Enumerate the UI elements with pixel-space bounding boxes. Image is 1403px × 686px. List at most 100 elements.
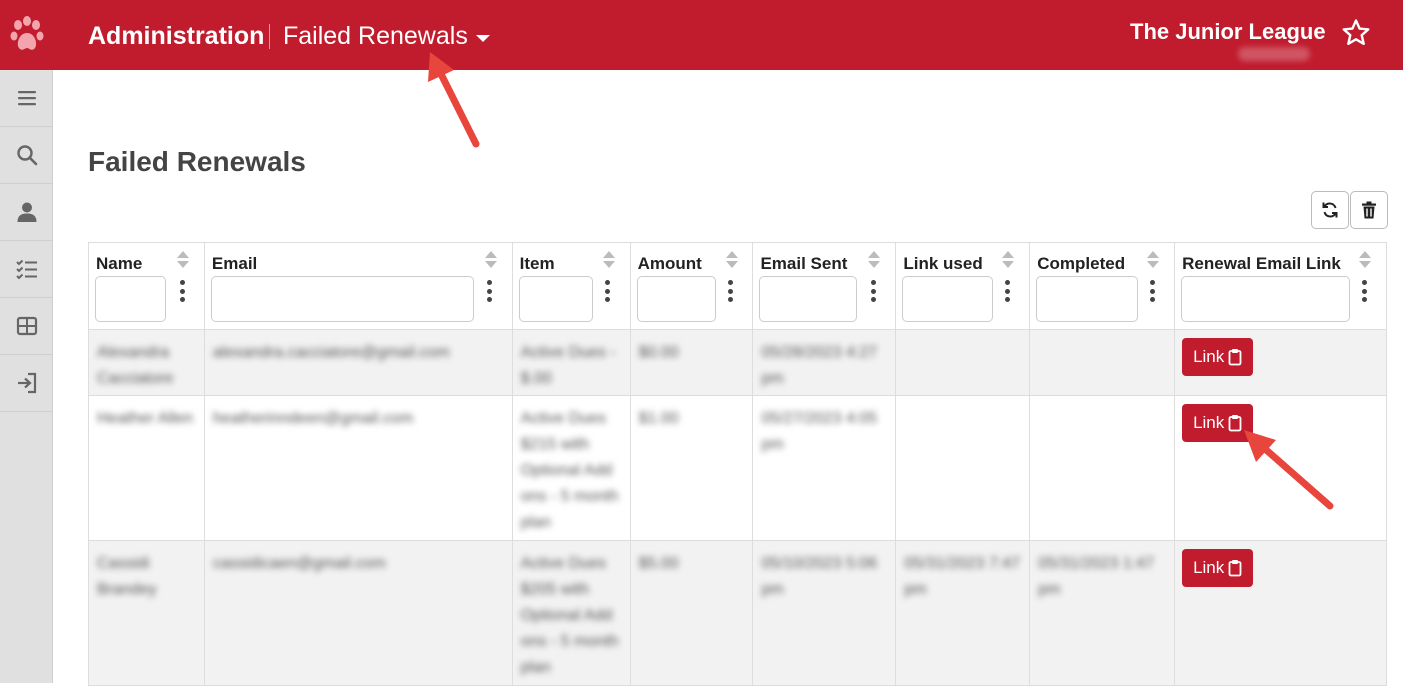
sidebar-item-menu[interactable]	[0, 70, 53, 127]
copy-link-button[interactable]: Link	[1182, 404, 1254, 442]
column-menu-icon[interactable]	[1004, 280, 1010, 302]
link-used-filter-input[interactable]	[902, 276, 994, 322]
amount-cell: $5.00	[630, 541, 754, 686]
email-cell: heatherinndeen@gmail.com	[204, 396, 513, 541]
name-value: Heather Allen	[97, 410, 194, 427]
column-menu-icon[interactable]	[1361, 280, 1367, 302]
table-row[interactable]: Heather Allen heatherinndeen@gmail.com A…	[89, 396, 1387, 541]
column-label: Renewal Email Link	[1182, 254, 1341, 273]
email-sent-filter-input[interactable]	[759, 276, 858, 322]
sidebar-item-tasks[interactable]	[0, 241, 53, 298]
item-filter-input[interactable]	[518, 276, 593, 322]
column-menu-icon[interactable]	[870, 280, 876, 302]
column-header-email-sent[interactable]: Email Sent	[753, 243, 897, 330]
column-header-link-used[interactable]: Link used	[896, 243, 1031, 330]
column-menu-icon[interactable]	[605, 280, 611, 302]
email-sent-cell: 05/10/2023 5:06 pm	[753, 541, 897, 686]
clipboard-icon	[1228, 349, 1242, 366]
column-menu-icon[interactable]	[728, 280, 734, 302]
email-sent-value: 05/27/2023 4:05 pm	[761, 410, 878, 453]
completed-cell: 05/31/2023 1:47 pm	[1030, 541, 1176, 686]
trash-icon	[1362, 201, 1376, 219]
link-button-label: Link	[1193, 413, 1225, 432]
email-sent-cell: 05/28/2023 4:27 pm	[753, 330, 897, 396]
column-label: Name	[96, 254, 143, 273]
name-value: Alexandra Cacciatore	[97, 344, 174, 387]
star-icon[interactable]	[1341, 18, 1371, 48]
email-sent-value: 05/28/2023 4:27 pm	[761, 344, 878, 387]
search-icon	[16, 145, 37, 166]
sort-icon[interactable]	[1359, 251, 1372, 269]
column-menu-icon[interactable]	[487, 280, 493, 302]
link-used-cell	[896, 396, 1031, 541]
table-row[interactable]: Cassidi Brandey cassidicaen@gmail.com Ac…	[89, 541, 1387, 686]
sidebar-item-tables[interactable]	[0, 298, 53, 355]
sidebar-item-profile[interactable]	[0, 184, 53, 241]
checklist-icon	[15, 259, 37, 280]
amount-value: $0.00	[638, 344, 679, 361]
item-value: Active Dues $215 with Optional Add ons -…	[520, 410, 619, 531]
sort-icon[interactable]	[177, 251, 189, 269]
title-divider	[269, 24, 270, 49]
email-value: alexandra.cacciatore@gmail.com	[212, 344, 450, 361]
name-filter-input[interactable]	[95, 276, 166, 322]
page-title: Failed Renewals	[88, 146, 306, 177]
column-menu-icon[interactable]	[1149, 280, 1155, 302]
renewal-link-cell: Link	[1175, 541, 1387, 686]
completed-value	[1036, 402, 1168, 406]
item-cell: Active Dues $215 with Optional Add ons -…	[512, 396, 631, 541]
sort-icon[interactable]	[484, 251, 497, 269]
table-icon	[16, 316, 37, 336]
section-dropdown[interactable]: Failed Renewals	[283, 22, 490, 51]
link-button-label: Link	[1193, 558, 1225, 577]
column-header-email[interactable]: Email	[204, 243, 513, 330]
column-label: Email Sent	[760, 254, 848, 273]
email-value: cassidicaen@gmail.com	[212, 555, 386, 572]
sort-icon[interactable]	[602, 251, 615, 269]
table-row[interactable]: Alexandra Cacciatore alexandra.cacciator…	[89, 330, 1387, 396]
clipboard-icon	[1228, 415, 1242, 432]
link-button-label: Link	[1193, 347, 1225, 366]
completed-value: 05/31/2023 1:47 pm	[1038, 555, 1154, 598]
email-filter-input[interactable]	[210, 276, 474, 322]
menu-icon	[17, 91, 36, 106]
sort-icon[interactable]	[725, 251, 738, 269]
column-header-completed[interactable]: Completed	[1030, 243, 1176, 330]
app-title[interactable]: Administration	[88, 22, 264, 51]
link-used-value	[902, 402, 1023, 406]
caret-down-icon	[475, 34, 490, 42]
column-menu-icon[interactable]	[179, 280, 185, 302]
copy-link-button[interactable]: Link	[1182, 338, 1254, 376]
sidebar-item-sign-out[interactable]	[0, 355, 53, 412]
sidebar	[0, 70, 53, 683]
name-value: Cassidi Brandey	[97, 555, 157, 598]
column-header-renewal-email-link[interactable]: Renewal Email Link	[1175, 243, 1387, 330]
amount-value: $1.00	[638, 410, 679, 427]
email-cell: alexandra.cacciatore@gmail.com	[204, 330, 513, 396]
amount-value: $5.00	[638, 555, 679, 572]
renewal-link-filter-input[interactable]	[1181, 276, 1351, 322]
column-header-amount[interactable]: Amount	[630, 243, 754, 330]
sort-icon[interactable]	[868, 251, 881, 269]
name-cell: Alexandra Cacciatore	[89, 330, 205, 396]
email-sent-value: 05/10/2023 5:06 pm	[761, 555, 878, 598]
organization-subtitle-redacted	[1238, 47, 1310, 61]
refresh-button[interactable]	[1311, 191, 1349, 229]
amount-filter-input[interactable]	[636, 276, 716, 322]
renewal-link-cell: Link	[1175, 330, 1387, 396]
delete-button[interactable]	[1350, 191, 1388, 229]
sidebar-item-search[interactable]	[0, 127, 53, 184]
section-dropdown-label: Failed Renewals	[283, 22, 468, 50]
sort-icon[interactable]	[1147, 251, 1160, 269]
link-used-value	[902, 336, 1023, 340]
column-header-item[interactable]: Item	[512, 243, 631, 330]
link-used-cell: 05/31/2023 7:47 pm	[896, 541, 1031, 686]
sort-icon[interactable]	[1002, 251, 1015, 269]
column-header-name[interactable]: Name	[89, 243, 205, 330]
user-icon	[17, 202, 36, 222]
paw-logo-icon[interactable]	[10, 16, 44, 54]
renewal-link-cell: Link	[1175, 396, 1387, 541]
column-label: Completed	[1037, 254, 1126, 273]
copy-link-button[interactable]: Link	[1182, 549, 1254, 587]
completed-filter-input[interactable]	[1036, 276, 1139, 322]
